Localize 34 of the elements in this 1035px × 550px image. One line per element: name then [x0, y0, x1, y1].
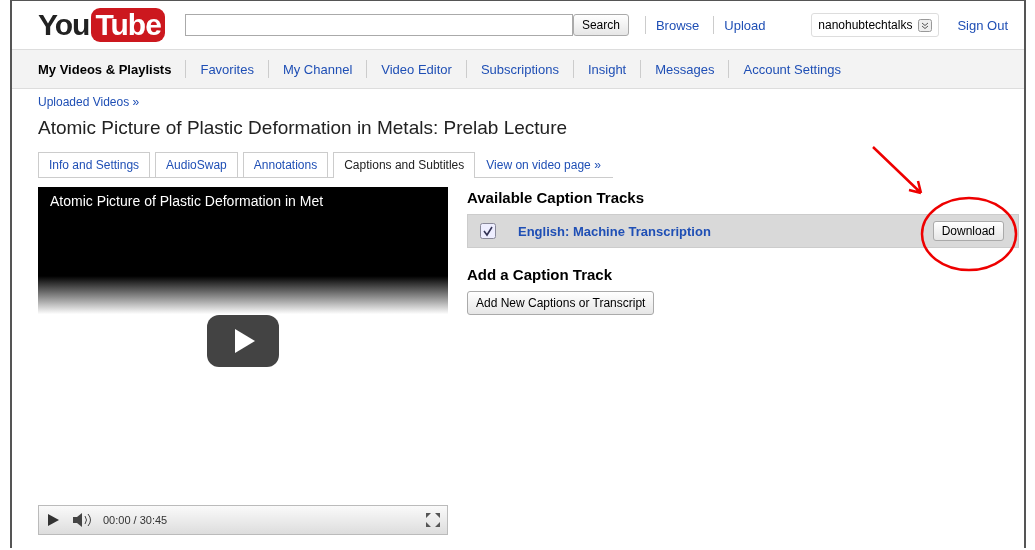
play-icon[interactable]	[45, 512, 61, 528]
view-on-video-page-link[interactable]: View on video page »	[480, 153, 607, 177]
volume-icon[interactable]	[71, 512, 93, 528]
nav-tab[interactable]: Insight	[573, 61, 641, 77]
tab[interactable]: Info and Settings	[38, 152, 151, 177]
time-display: 00:00 / 30:45	[103, 514, 168, 526]
header-link[interactable]: Upload	[724, 17, 766, 33]
caption-track-link[interactable]: English: Machine Transcription	[518, 223, 711, 239]
account-dropdown[interactable]: nanohubtechtalks	[811, 13, 940, 37]
nav-tab[interactable]: Video Editor	[367, 61, 466, 77]
video-title: Atomic Picture of Plastic Deformation in Metals: Prelab Lecture	[38, 117, 569, 139]
add-captions-button[interactable]: Add New Captions or Transcript	[467, 291, 655, 315]
nav-tab[interactable]: Account Settings	[729, 61, 856, 77]
video-overlay-title: Atomic Picture of Plastic Deformation in Met	[50, 193, 324, 209]
nav-tab[interactable]: Favorites	[186, 61, 268, 77]
nav-tab[interactable]: Subscriptions	[466, 61, 573, 77]
search-button[interactable]: Search	[572, 14, 629, 36]
nav-tab[interactable]: My Videos & Playlists	[38, 61, 186, 77]
dropdown-icon	[918, 18, 933, 32]
tab[interactable]: AudioSwap	[155, 152, 238, 177]
download-button[interactable]: Download	[932, 221, 1004, 241]
sign-out-link[interactable]: Sign Out	[957, 17, 1008, 33]
checkbox[interactable]	[480, 223, 496, 239]
search-field[interactable]	[184, 14, 573, 36]
breadcrumb-link[interactable]: Uploaded Videos »	[38, 95, 140, 109]
header-link[interactable]: Browse	[655, 17, 700, 33]
play-icon[interactable]	[207, 315, 279, 367]
fullscreen-icon[interactable]	[425, 512, 441, 528]
nav-tab[interactable]: Messages	[641, 61, 729, 77]
section-heading: Add a Caption Track	[467, 266, 614, 283]
tab[interactable]: Annotations	[242, 152, 329, 177]
tab[interactable]: Captions and Subtitles	[333, 152, 476, 178]
nav-tab[interactable]: My Channel	[268, 61, 367, 77]
section-heading: Available Caption Tracks	[467, 189, 645, 206]
